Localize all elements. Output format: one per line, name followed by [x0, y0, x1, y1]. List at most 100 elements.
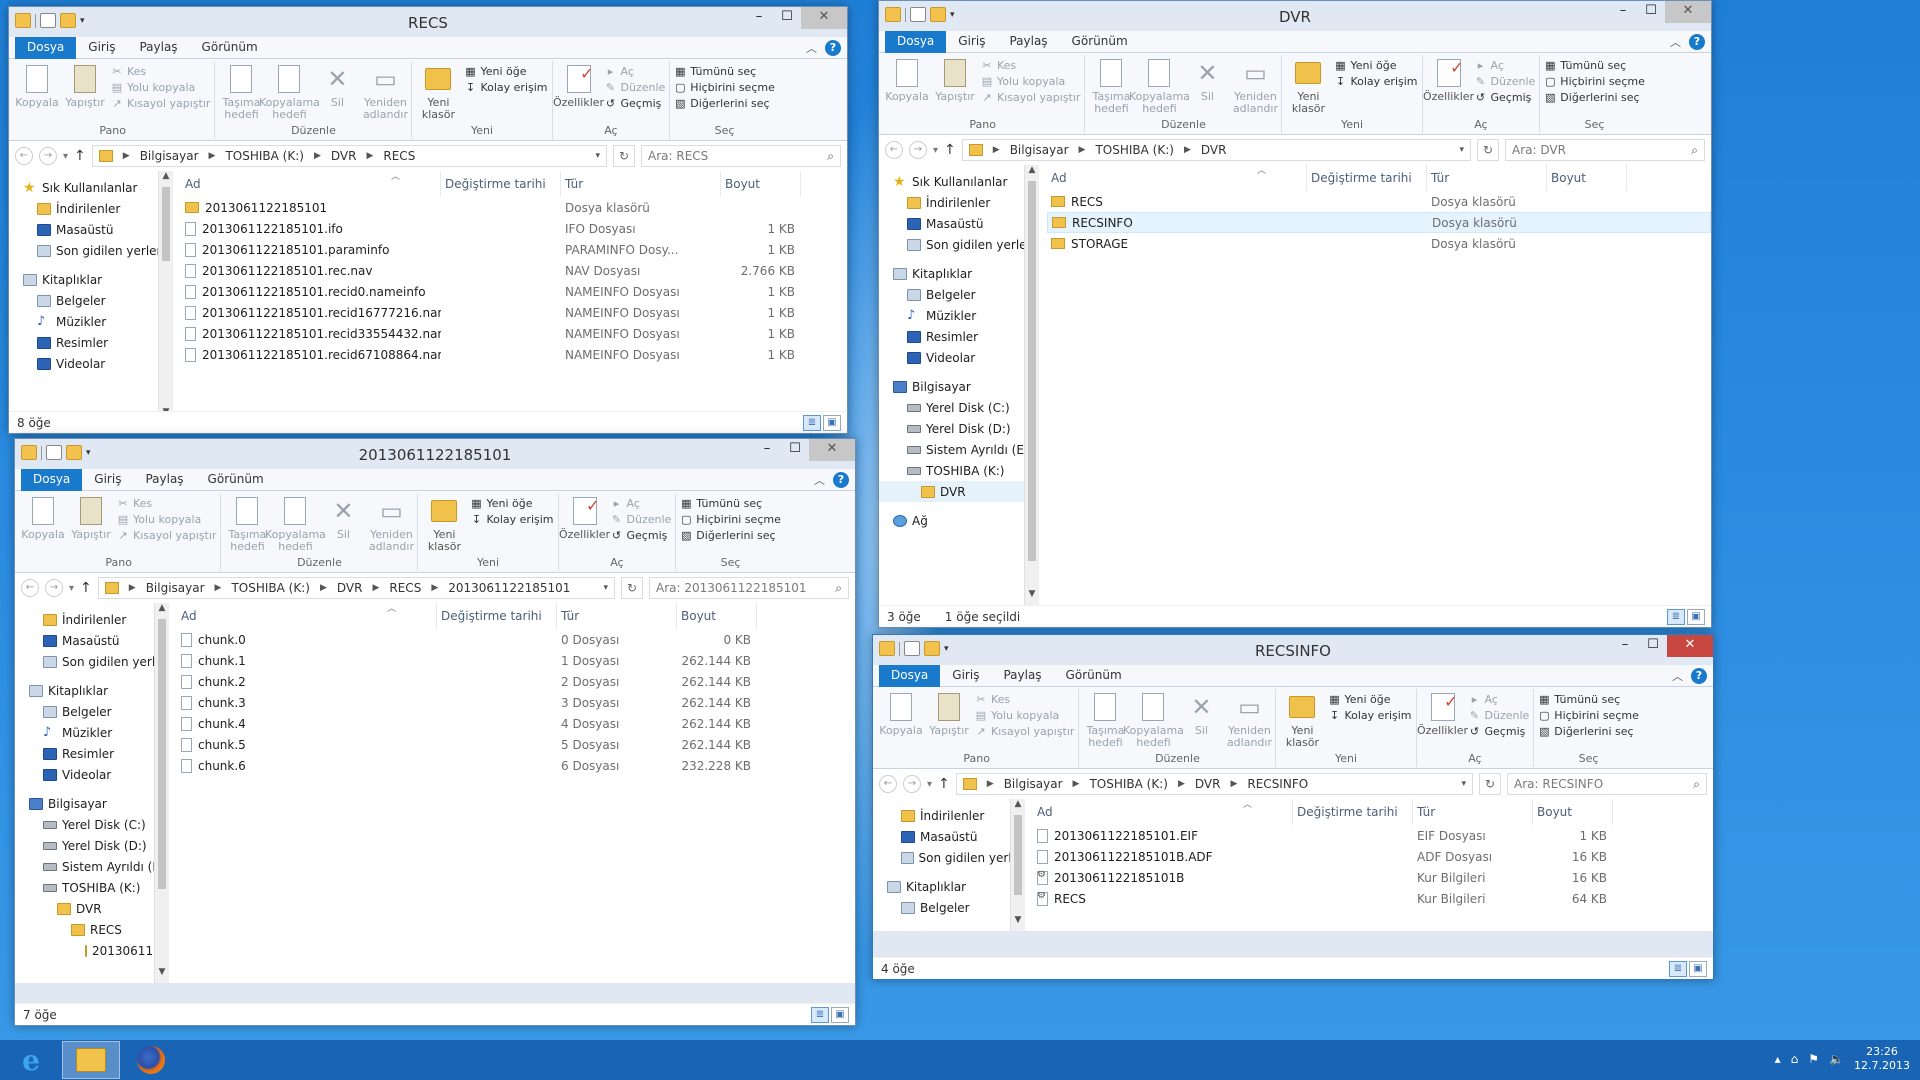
scroll-up-icon[interactable]: ▲	[1025, 165, 1038, 175]
large-icons-view-icon[interactable]: ▣	[1687, 609, 1705, 625]
nav-drive-e[interactable]: Sistem Ayrıldı (E:	[879, 439, 1038, 460]
select-all-button[interactable]: ▦ Tümünü seç	[1538, 693, 1639, 706]
edit-button[interactable]: ✎ Düzenle	[611, 513, 671, 526]
search-input[interactable]: Ara: 2013061122185101 ⌕	[649, 577, 849, 599]
collapse-ribbon-icon[interactable]: ︿	[1670, 34, 1681, 50]
paste-shortcut-button[interactable]: ↗ Kısayol yapıştır	[111, 97, 210, 110]
column-header-type[interactable]: Tür	[1427, 165, 1547, 191]
invert-selection-button[interactable]: ▧ Diğerlerini seç	[680, 529, 781, 542]
file-row[interactable]: 2013061122185101.recid67108864.namein...…	[181, 344, 847, 365]
firefox-button[interactable]	[122, 1041, 180, 1079]
nav-drive-e[interactable]: Sistem Ayrıldı (E:	[15, 856, 168, 877]
file-row[interactable]: 2013061122185101 Dosya klasörü	[181, 197, 847, 218]
nav-drive-k[interactable]: TOSHIBA (K:)	[879, 460, 1038, 481]
breadcrumb-separator-icon[interactable]: ▶	[320, 583, 327, 593]
nav-music[interactable]: ♪ Müzikler	[9, 311, 172, 332]
address-bar[interactable]: ▶ Bilgisayar ▶ TOSHIBA (K:) ▶ DVR ▶ RECSINFO ▾	[955, 773, 1473, 795]
nav-2013061122[interactable]: 2013061122	[15, 940, 168, 961]
column-header-size[interactable]: Boyut	[677, 603, 757, 629]
column-header-type[interactable]: Tür	[557, 603, 677, 629]
breadcrumb-separator-icon[interactable]: ▶	[1184, 145, 1191, 155]
nav-downloads[interactable]: İndirilenler	[15, 609, 168, 630]
nav-recent[interactable]: Son gidilen yerler	[879, 234, 1038, 255]
new-item-button[interactable]: ▦ Yeni öğe	[1328, 693, 1411, 706]
tab-file[interactable]: Dosya	[885, 31, 947, 53]
address-bar[interactable]: ▶ Bilgisayar ▶ TOSHIBA (K:) ▶ DVR ▶ RECS ▶ 201306…	[97, 577, 615, 599]
file-row[interactable]: chunk.1 1 Dosyası 262.144 KB	[177, 650, 855, 671]
select-all-button[interactable]: ▦ Tümünü seç	[680, 497, 781, 510]
nav-recs[interactable]: RECS	[15, 919, 168, 940]
nav-scrollbar[interactable]: ▲▼	[1024, 165, 1038, 605]
new-item-button[interactable]: ▦ Yeni öğe	[1334, 59, 1417, 72]
file-row[interactable]: chunk.4 4 Dosyası 262.144 KB	[177, 713, 855, 734]
copy-path-button[interactable]: ▤ Yolu kopyala	[981, 75, 1080, 88]
maximize-button[interactable]: ☐	[1637, 1, 1665, 23]
search-icon[interactable]: ⌕	[1693, 777, 1700, 792]
help-icon[interactable]: ?	[1689, 34, 1705, 50]
nav-libraries[interactable]: Kitaplıklar	[9, 269, 172, 290]
nav-scrollbar[interactable]: ▲▼	[154, 603, 168, 983]
recent-locations-icon[interactable]: ▾	[63, 151, 68, 162]
action-center-icon[interactable]: ⚑	[1808, 1052, 1819, 1066]
cut-button[interactable]: ✂ Kes	[981, 59, 1080, 72]
easy-access-button[interactable]: ↧ Kolay erişim	[464, 81, 548, 94]
address-bar[interactable]: ▶ Bilgisayar ▶ TOSHIBA (K:) ▶ DVR ▶ RECS ▾	[91, 145, 607, 167]
help-icon[interactable]: ?	[833, 472, 849, 488]
cut-button[interactable]: ✂ Kes	[117, 497, 216, 510]
tab-view[interactable]: Görünüm	[196, 469, 276, 491]
breadcrumb-item[interactable]: DVR	[1201, 143, 1227, 157]
close-button[interactable]: ✕	[809, 439, 855, 461]
cut-button[interactable]: ✂ Kes	[111, 65, 210, 78]
edit-button[interactable]: ✎ Düzenle	[605, 81, 665, 94]
nav-desktop[interactable]: Masaüstü	[879, 213, 1038, 234]
window-folder-2013061122185101[interactable]: ▾ 2013061122185101 – ☐ ✕ Dosya Giriş Pay…	[14, 438, 856, 1026]
minimize-button[interactable]: –	[745, 7, 773, 29]
title-bar[interactable]: ▾ DVR – ☐ ✕	[879, 1, 1711, 31]
column-header-name[interactable]: Ad	[177, 603, 437, 629]
nav-dvr[interactable]: DVR	[15, 898, 168, 919]
nav-downloads[interactable]: İndirilenler	[9, 198, 172, 219]
nav-favorites[interactable]: ★ Sık Kullanılanlar	[9, 177, 172, 198]
network-tray-icon[interactable]: ⌂	[1791, 1052, 1799, 1066]
nav-pictures[interactable]: Resimler	[879, 326, 1038, 347]
file-list[interactable]: Ad Değiştirme tarihi Tür Boyut ︿ RECS Dosya kl…	[1039, 165, 1711, 605]
tab-file[interactable]: Dosya	[879, 665, 941, 687]
nav-libraries[interactable]: Kitaplıklar	[873, 876, 1024, 897]
nav-libraries[interactable]: Kitaplıklar	[879, 263, 1038, 284]
navigation-pane[interactable]: ★ Sık Kullanılanlar İndirilenler Masaüstü…	[879, 165, 1039, 605]
invert-selection-button[interactable]: ▧ Diğerlerini seç	[1538, 725, 1639, 738]
file-row[interactable]: chunk.0 0 Dosyası 0 KB	[177, 629, 855, 650]
navigation-pane[interactable]: ★ Sık Kullanılanlar İndirilenler Masaüstü…	[9, 171, 173, 423]
nav-scrollbar[interactable]: ▲▼	[158, 171, 172, 423]
nav-scrollbar[interactable]: ▲▼	[1010, 799, 1024, 931]
breadcrumb-item[interactable]: TOSHIBA (K:)	[1089, 777, 1168, 791]
file-row[interactable]: RECS Kur Bilgileri 64 KB	[1033, 888, 1713, 909]
paste-shortcut-button[interactable]: ↗ Kısayol yapıştır	[981, 91, 1080, 104]
scroll-thumb[interactable]	[1014, 815, 1022, 895]
recent-locations-icon[interactable]: ▾	[933, 145, 938, 156]
close-button[interactable]: ✕	[1667, 635, 1713, 657]
copy-path-button[interactable]: ▤ Yolu kopyala	[975, 709, 1074, 722]
nav-drive-d[interactable]: Yerel Disk (D:)	[879, 418, 1038, 439]
back-button[interactable]: ←	[21, 579, 39, 597]
tab-file[interactable]: Dosya	[15, 37, 77, 59]
title-bar[interactable]: ▾ RECS – ☐ ✕	[9, 7, 847, 37]
forward-button[interactable]: →	[45, 579, 63, 597]
search-input[interactable]: Ara: RECSINFO ⌕	[1507, 773, 1707, 795]
select-none-button[interactable]: ▢ Hiçbirini seçme	[1544, 75, 1645, 88]
tab-view[interactable]: Görünüm	[1054, 665, 1134, 687]
column-header-type[interactable]: Tür	[1413, 799, 1533, 825]
address-bar[interactable]: ▶ Bilgisayar ▶ TOSHIBA (K:) ▶ DVR ▾	[961, 139, 1471, 161]
up-button[interactable]: ↑	[74, 148, 86, 164]
scroll-down-icon[interactable]: ▼	[1025, 589, 1038, 599]
file-explorer-button[interactable]	[62, 1041, 120, 1079]
nav-computer[interactable]: Bilgisayar	[879, 376, 1038, 397]
breadcrumb-item[interactable]: DVR	[1195, 777, 1221, 791]
new-item-button[interactable]: ▦ Yeni öğe	[464, 65, 547, 78]
search-icon[interactable]: ⌕	[827, 149, 834, 164]
help-icon[interactable]: ?	[825, 40, 841, 56]
nav-downloads[interactable]: İndirilenler	[879, 192, 1038, 213]
back-button[interactable]: ←	[885, 141, 903, 159]
address-dropdown-icon[interactable]: ▾	[603, 583, 608, 593]
large-icons-view-icon[interactable]: ▣	[823, 415, 841, 431]
